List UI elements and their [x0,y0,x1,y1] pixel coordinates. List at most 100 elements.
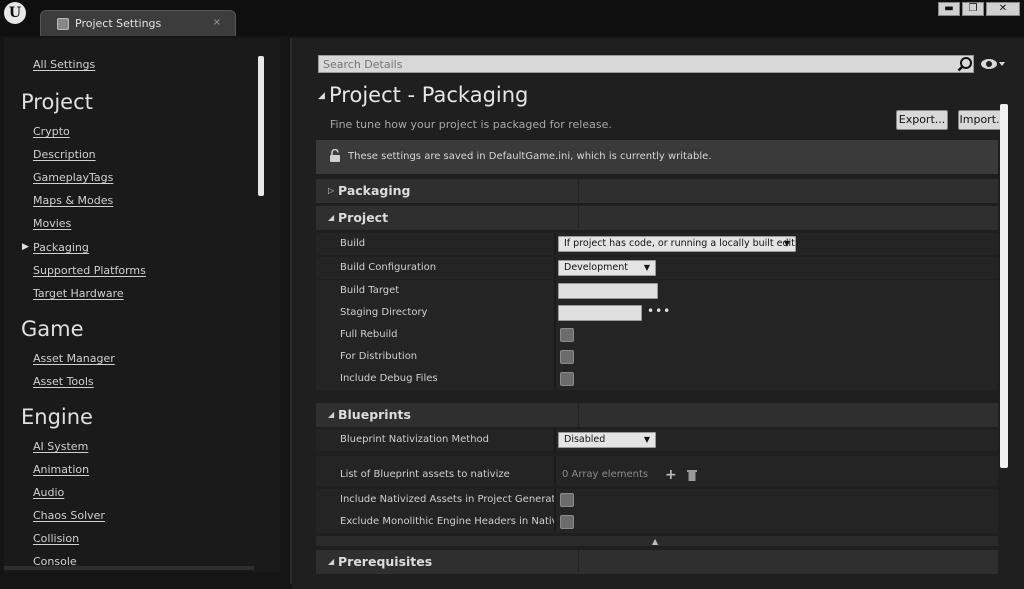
property-row-staging-directory: Staging Directory ••• [316,302,998,324]
sidebar-item-gameplaytags[interactable]: GameplayTags [33,171,113,184]
category-prerequisites[interactable]: ◢ Prerequisites [316,550,998,574]
category-project[interactable]: ◢ Project [316,206,998,230]
collapse-arrow-icon: ◢ [328,213,335,222]
collapse-arrow-icon: ◢ [328,557,335,566]
sidebar-scrollbar[interactable] [258,56,264,196]
property-label: Build [340,238,366,249]
property-label: Exclude Monolithic Engine Headers in Nat… [340,516,554,527]
column-splitter[interactable] [554,324,556,346]
sidebar-item-target-hardware[interactable]: Target Hardware [33,287,124,300]
sidebar-item-all-settings[interactable]: All Settings [33,58,95,71]
details-scrollbar[interactable] [1000,104,1008,468]
column-splitter[interactable] [554,302,556,324]
property-label: Blueprint Nativization Method [340,434,490,445]
column-splitter[interactable] [554,280,556,302]
category-blueprints[interactable]: ◢ Blueprints [316,403,998,427]
include-nativized-assets-checkbox[interactable] [560,493,574,507]
expand-arrow-icon: ▷ [328,186,335,195]
config-info-text: These settings are saved in DefaultGame.… [348,151,712,162]
advanced-expander[interactable]: ▲ [316,536,998,546]
sidebar-item-collision[interactable]: Collision [33,532,79,545]
sidebar-item-chaos-solver[interactable]: Chaos Solver [33,509,105,522]
search-input[interactable] [318,55,974,73]
sidebar-item-audio[interactable]: Audio [33,486,64,499]
tab-label: Project Settings [75,17,162,30]
property-label: Build Configuration [340,262,437,273]
tab-project-settings[interactable]: Project Settings × [40,10,236,36]
sidebar-section-project: Project [21,90,93,114]
sidebar-item-movies[interactable]: Movies [33,217,71,230]
eye-visibility-icon[interactable] [980,57,1006,71]
category-label: Blueprints [338,407,411,422]
column-splitter [578,179,579,203]
collapse-arrow-icon: ◢ [328,410,335,419]
property-row-for-distribution: For Distribution [316,346,998,368]
export-button[interactable]: Export... [896,110,948,130]
column-splitter[interactable] [554,257,556,279]
page-subtitle: Fine tune how your project is packaged f… [330,118,612,131]
close-window-button[interactable]: ✕ [986,2,1020,16]
sidebar-item-supported-platforms[interactable]: Supported Platforms [33,264,146,277]
unreal-logo-icon: U [4,2,26,24]
title-collapse-icon[interactable]: ◢ [318,91,325,101]
selected-arrow-icon: ▶ [22,242,29,252]
for-distribution-checkbox[interactable] [560,350,574,364]
sidebar-item-maps-modes[interactable]: Maps & Modes [33,194,113,207]
property-label: Full Rebuild [340,329,398,340]
column-splitter[interactable] [554,346,556,368]
property-label: Include Nativized Assets in Project Gene… [340,494,554,505]
category-packaging[interactable]: ▷ Packaging [316,179,998,203]
build-configuration-dropdown[interactable]: Development ▼ [558,260,656,276]
column-splitter [578,550,579,574]
full-rebuild-checkbox[interactable] [560,328,574,342]
column-splitter[interactable] [554,456,556,486]
browse-folder-button[interactable]: ••• [647,304,671,318]
property-label: List of Blueprint assets to nativize [340,469,510,480]
property-row-build-target: Build Target [316,280,998,302]
sidebar-item-ai-system[interactable]: AI System [33,440,88,453]
property-label: Build Target [340,285,400,296]
details-panel: ◢ Project - Packaging Fine tune how your… [292,38,1024,589]
chevron-down-icon: ▼ [643,435,650,444]
sidebar-item-packaging[interactable]: Packaging [33,241,89,254]
config-info-bar: These settings are saved in DefaultGame.… [316,140,998,174]
title-bar: U Project Settings × ▬ ❐ ✕ [0,0,1024,36]
unlocked-lock-icon [330,149,340,162]
array-count-text: 0 Array elements [562,469,649,480]
include-debug-files-checkbox[interactable] [560,372,574,386]
property-row-full-rebuild: Full Rebuild [316,324,998,346]
exclude-monolithic-headers-checkbox[interactable] [560,515,574,529]
property-label: Staging Directory [340,307,428,318]
dropdown-value: Development [564,262,628,273]
collapse-up-icon: ▲ [652,537,659,546]
minimize-button[interactable]: ▬ [938,2,960,16]
nativization-method-dropdown[interactable]: Disabled ▼ [558,432,656,448]
sidebar-section-engine: Engine [21,405,93,429]
property-label: Include Debug Files [340,373,438,384]
property-row-include-nativized-assets: Include Nativized Assets in Project Gene… [316,489,998,511]
maximize-button[interactable]: ❐ [962,2,984,16]
column-splitter[interactable] [554,429,556,451]
tab-close-icon[interactable]: × [213,17,221,28]
build-target-input[interactable] [558,283,658,299]
sidebar-item-description[interactable]: Description [33,148,96,161]
sidebar-item-crypto[interactable]: Crypto [33,125,70,138]
add-element-icon[interactable]: + [665,468,677,482]
column-splitter[interactable] [554,511,556,533]
chevron-down-icon: ▼ [783,239,790,248]
sidebar-item-asset-manager[interactable]: Asset Manager [33,352,115,365]
sidebar-section-game: Game [21,317,84,341]
property-row-exclude-monolithic-headers: Exclude Monolithic Engine Headers in Nat… [316,511,998,533]
trash-icon[interactable] [687,469,697,481]
column-splitter[interactable] [554,233,556,255]
settings-sidebar: All Settings Project Crypto Description … [4,38,280,572]
chevron-down-icon: ▼ [643,263,650,272]
sidebar-item-animation[interactable]: Animation [33,463,89,476]
column-splitter[interactable] [554,489,556,511]
column-splitter[interactable] [554,368,556,390]
sidebar-item-asset-tools[interactable]: Asset Tools [33,375,94,388]
category-label: Prerequisites [338,554,433,569]
search-icon[interactable] [957,56,973,72]
staging-directory-input[interactable] [558,305,642,321]
build-dropdown[interactable]: If project has code, or running a locall… [558,236,796,252]
